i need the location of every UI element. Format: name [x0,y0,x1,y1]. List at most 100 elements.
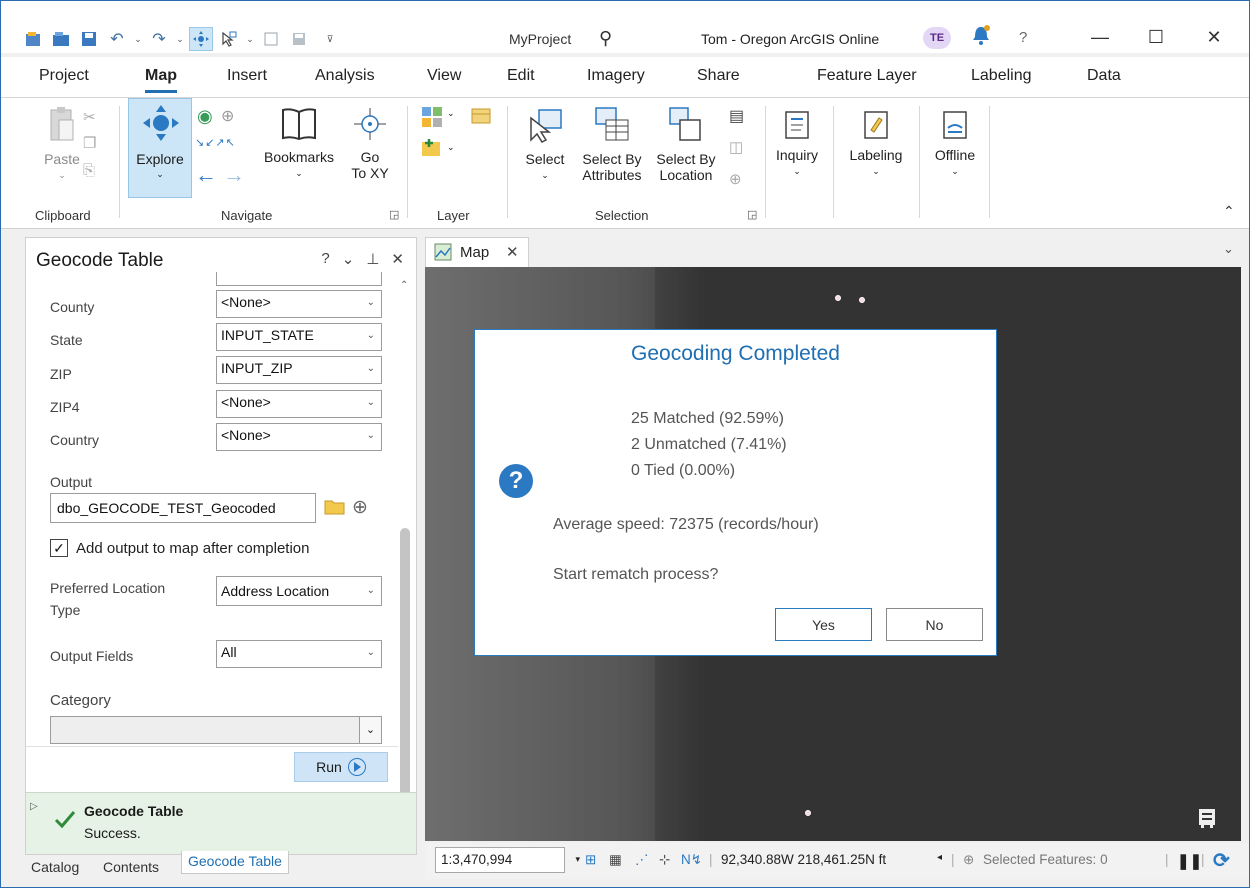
pane-pin-icon[interactable]: ⊥ [366,250,379,268]
portal-globe-icon[interactable]: ⊕ [352,496,368,519]
tab-edit[interactable]: Edit [507,67,535,85]
select-by-location-button[interactable]: Select By Location [651,106,721,183]
notification-bell-icon[interactable] [971,23,991,47]
tab-imagery[interactable]: Imagery [587,67,645,85]
layout-icon[interactable]: ⋰ [635,852,649,868]
maximize-button[interactable]: ☐ [1141,27,1171,48]
basemap-dropdown-icon[interactable]: ⌄ [447,108,455,119]
fixed-zoom-icon[interactable]: ↘↙↗↖ [195,136,236,149]
select-by-attributes-button[interactable]: Select By Attributes [575,106,649,183]
tab-view[interactable]: View [427,67,461,85]
geocoded-point[interactable] [859,297,865,303]
navigate-dialog-launcher-icon[interactable]: ◲ [389,208,399,221]
collapse-ribbon-icon[interactable]: ⌃ [1223,203,1235,220]
selected-features-count[interactable]: Selected Features: 0 [983,852,1108,867]
zoom-to-selected-icon[interactable]: ⊕ [729,170,742,188]
tab-geocode-table[interactable]: Geocode Table [181,851,289,874]
zip4-select[interactable]: <None> ⌄ [216,390,382,418]
redo-icon[interactable]: ↷ [147,27,171,51]
snapping-icon[interactable]: ⊹ [659,852,670,868]
go-to-xy-button[interactable]: Go To XY [345,106,395,181]
add-data-icon[interactable] [421,138,443,161]
clear-icon[interactable]: ◫ [729,138,743,156]
explore-tool-icon[interactable] [189,27,213,51]
map-view-tab[interactable]: Map ✕ [425,237,529,267]
cut-icon[interactable]: ✂ [83,108,96,126]
scroll-up-icon[interactable]: ⌃ [400,280,408,291]
tab-catalog[interactable]: Catalog [31,859,79,875]
map-tabs-overflow-icon[interactable]: ⌄ [1223,241,1234,257]
next-extent-icon[interactable]: → [223,162,245,188]
coordinate-format-dropdown-icon[interactable]: ◂ [937,852,942,863]
tab-insert[interactable]: Insert [227,67,267,85]
open-project-icon[interactable] [49,27,73,51]
category-select[interactable]: ⌄ [50,716,382,744]
select-tool-icon[interactable] [217,27,241,51]
output-fields-select[interactable]: All ⌄ [216,640,382,668]
redo-dropdown-icon[interactable]: ⌄ [175,34,185,45]
search-icon[interactable]: ⚲ [599,28,612,49]
add-output-checkbox[interactable]: ✓ [50,539,68,557]
state-select[interactable]: INPUT_STATE ⌄ [216,323,382,351]
inquiry-button[interactable]: Inquiry ⌄ [771,110,823,179]
add-data-table-icon[interactable] [471,106,491,129]
tab-feature-layer[interactable]: Feature Layer [817,67,917,85]
basemap-icon[interactable] [421,106,443,131]
attributes-table-icon[interactable]: ▤ [729,106,744,126]
yes-button[interactable]: Yes [775,608,872,641]
zip-select[interactable]: INPUT_ZIP ⌄ [216,356,382,384]
map-tab-close-icon[interactable]: ✕ [506,243,519,261]
avatar[interactable]: TE [923,27,951,49]
undo-dropdown-icon[interactable]: ⌄ [133,34,143,45]
bookmarks-button[interactable]: Bookmarks ⌄ [257,106,341,181]
explore-button[interactable]: Explore ⌄ [128,98,192,198]
clear-selection-icon[interactable] [259,27,283,51]
select-dropdown-icon[interactable]: ⌄ [245,34,255,45]
help-icon[interactable]: ? [1019,29,1027,46]
tab-project[interactable]: Project [39,67,89,85]
full-extent-icon[interactable]: ◉ [197,106,213,127]
close-button[interactable]: ✕ [1199,27,1229,48]
customize-toolbar-icon[interactable]: ⊽ [325,34,335,45]
geocoded-point[interactable] [835,295,841,301]
zoom-to-selection-icon[interactable]: ⊕ [221,106,234,126]
previous-extent-icon[interactable]: ← [195,162,217,188]
select-button[interactable]: Select ⌄ [517,106,573,183]
pane-help-icon[interactable]: ? [321,250,329,268]
preferred-location-select[interactable]: Address Location ⌄ [216,576,382,606]
selection-dialog-launcher-icon[interactable]: ◲ [747,208,757,221]
tab-labeling[interactable]: Labeling [971,67,1032,85]
add-data-dropdown-icon[interactable]: ⌄ [447,142,455,153]
tab-analysis[interactable]: Analysis [315,67,375,85]
pane-scroll-thumb[interactable] [400,528,410,828]
new-project-icon[interactable] [21,27,45,51]
save-edits-icon[interactable] [287,27,311,51]
refresh-icon[interactable]: ⟳ [1213,848,1230,873]
undo-icon[interactable]: ↶ [105,27,129,51]
copy-icon[interactable]: ❐ [83,134,96,152]
tab-data[interactable]: Data [1087,67,1121,85]
paste-button[interactable]: Paste ⌄ [37,106,87,183]
save-project-icon[interactable] [77,27,101,51]
tab-map[interactable]: Map [145,67,177,93]
output-field[interactable]: dbo_GEOCODE_TEST_Geocoded [50,493,316,523]
run-button[interactable]: Run [294,752,388,782]
no-button[interactable]: No [886,608,983,641]
tab-share[interactable]: Share [697,67,740,85]
map-overflow-icon[interactable] [1197,807,1217,832]
signed-in-user[interactable]: Tom - Oregon ArcGIS Online [701,31,879,47]
grid-icon[interactable]: ⊞ [585,852,596,868]
table-icon[interactable]: ▦ [609,852,622,868]
minimize-button[interactable]: — [1085,27,1115,48]
county-select[interactable]: <None> ⌄ [216,290,382,318]
offline-button[interactable]: Offline ⌄ [923,110,987,179]
browse-folder-icon[interactable] [324,498,346,519]
pause-drawing-icon[interactable]: ❚❚ [1177,852,1202,870]
copy-path-icon[interactable]: ⎘ [83,162,95,179]
expand-triangle-icon[interactable]: ▷ [30,801,38,812]
country-select[interactable]: <None> ⌄ [216,423,382,451]
pane-menu-icon[interactable]: ⌄ [342,250,355,268]
pane-close-icon[interactable]: ✕ [391,250,404,268]
north-arrow-icon[interactable]: N↯ [681,852,702,868]
geocoded-point[interactable] [805,810,811,816]
